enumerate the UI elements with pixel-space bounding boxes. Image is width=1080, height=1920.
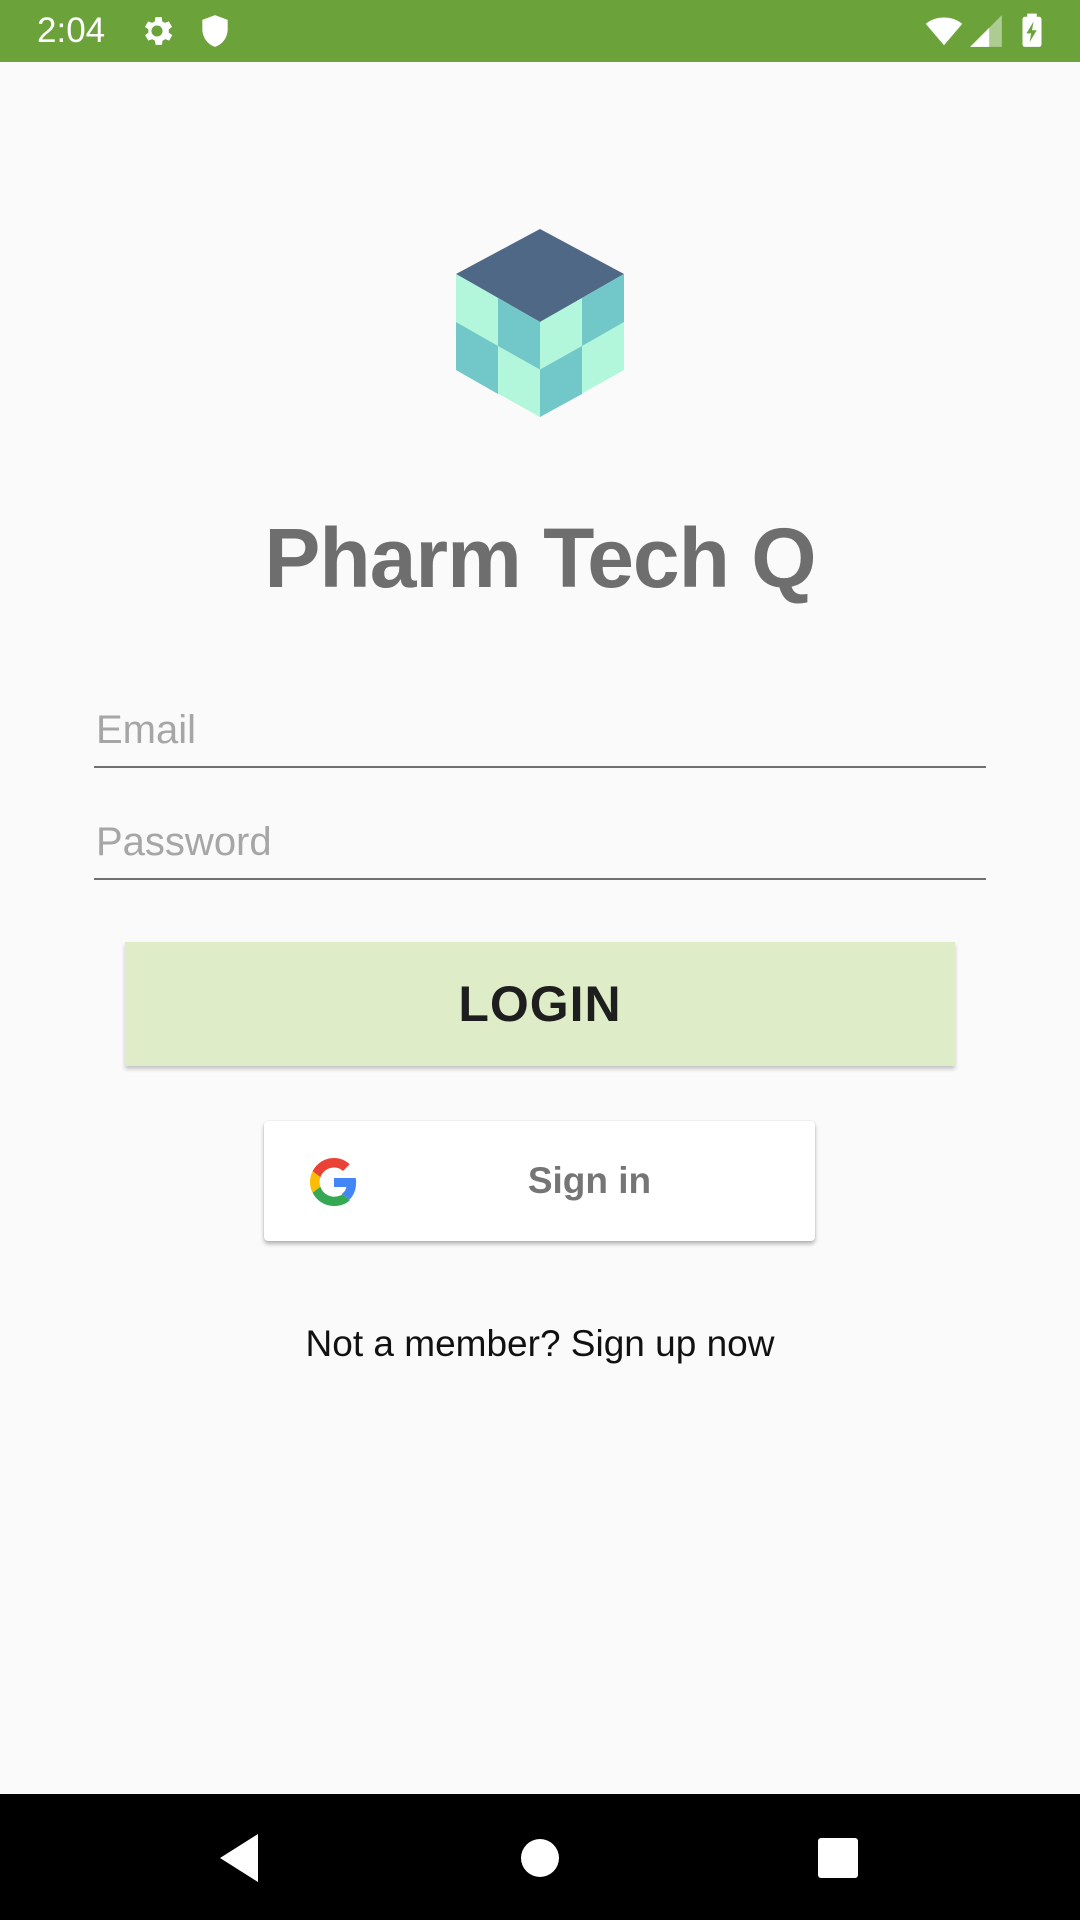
app-title: Pharm Tech Q (264, 511, 816, 605)
recents-icon[interactable] (808, 1828, 868, 1888)
shield-icon (196, 12, 234, 50)
sign-up-link[interactable]: Not a member? Sign up now (0, 1320, 1080, 1368)
status-bar: 2:04 (0, 0, 1080, 62)
wifi-icon (922, 12, 966, 50)
settings-icon (138, 12, 176, 50)
cube-logo-icon (450, 226, 630, 421)
navigation-bar (0, 1794, 1080, 1920)
login-screen: 2:04 Pharm Tech Q Email LOGIN Sign in No… (0, 0, 1080, 1920)
google-sign-in-button[interactable]: Sign in (264, 1121, 815, 1241)
status-time: 2:04 (37, 11, 106, 50)
home-icon[interactable] (510, 1828, 570, 1888)
battery-charging-icon (1012, 12, 1052, 50)
login-button[interactable]: LOGIN (125, 942, 955, 1066)
google-g-icon (310, 1158, 358, 1206)
email-field[interactable] (94, 694, 986, 768)
password-field[interactable] (94, 806, 986, 880)
back-icon[interactable] (208, 1828, 268, 1888)
google-sign-in-label: Sign in (527, 1160, 652, 1201)
signal-icon (966, 12, 1006, 50)
